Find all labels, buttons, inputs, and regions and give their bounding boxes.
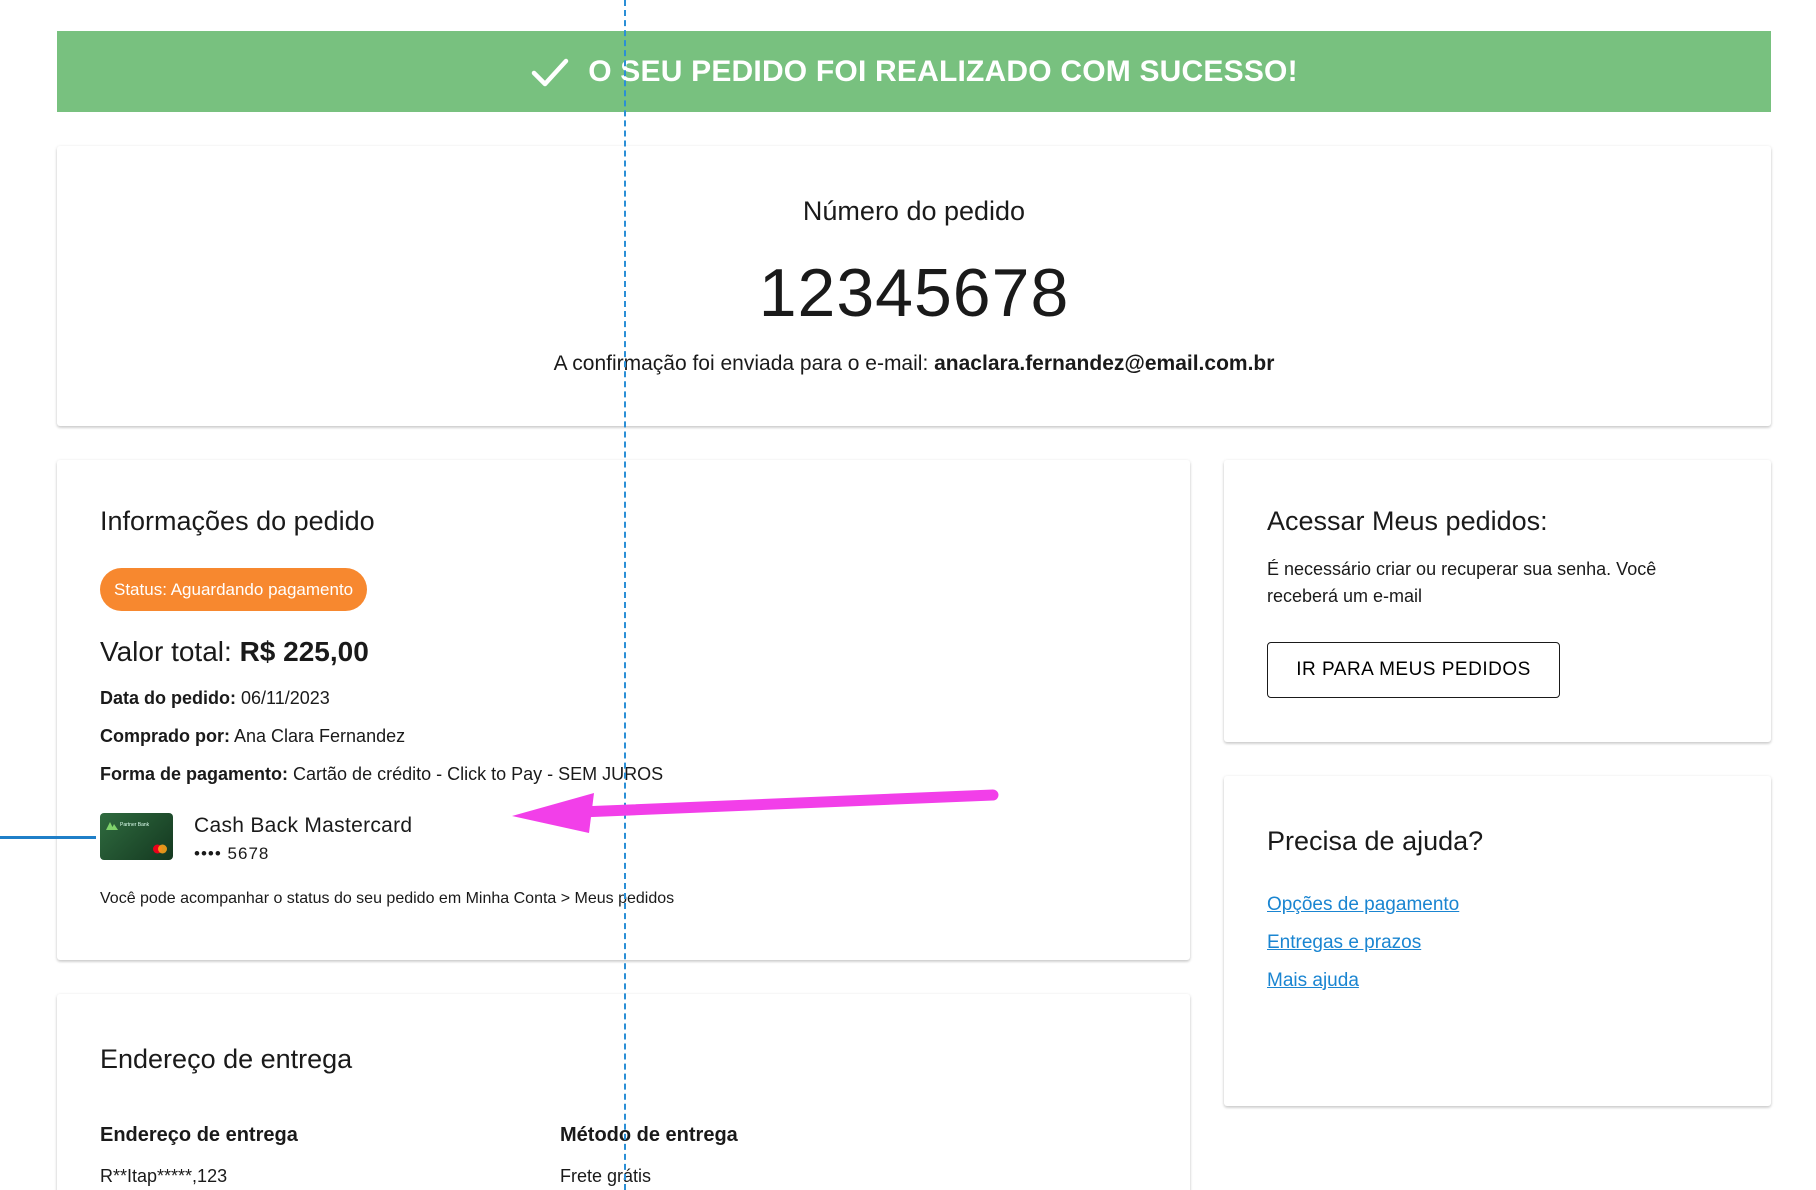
success-message: O SEU PEDIDO FOI REALIZADO COM SUCESSO! [588, 54, 1298, 88]
order-date-label: Data do pedido: [100, 688, 236, 708]
bank-name: Partner Bank [120, 822, 150, 828]
card-name: Cash Back Mastercard [194, 814, 413, 837]
total-label: Valor total: [100, 636, 240, 667]
payment-method-value: Cartão de crédito - Click to Pay - SEM J… [288, 764, 664, 784]
card-masked-digits: •••• 5678 [194, 844, 270, 863]
order-date-value: 06/11/2023 [236, 688, 330, 708]
delivery-method-value: Frete grátis [560, 1166, 652, 1186]
order-confirmation-page: O SEU PEDIDO FOI REALIZADO COM SUCESSO! … [0, 0, 1816, 1190]
success-banner: O SEU PEDIDO FOI REALIZADO COM SUCESSO! [57, 31, 1771, 112]
confirmation-prefix: A confirmação foi enviada para o e-mail: [553, 352, 935, 375]
order-number-card: Número do pedido 12345678 A confirmação … [57, 146, 1771, 426]
help-link-more-help[interactable]: Mais ajuda [1267, 970, 1359, 992]
address-heading: Endereço de entrega [100, 1124, 298, 1146]
order-date-row: Data do pedido: 06/11/2023 [100, 688, 330, 709]
access-orders-card: Acessar Meus pedidos: É necessário criar… [1224, 460, 1771, 742]
buyer-row: Comprado por: Ana Clara Fernandez [100, 726, 405, 747]
order-total: Valor total: R$ 225,00 [100, 636, 369, 668]
access-orders-description: É necessário criar ou recuperar sua senh… [1267, 559, 1657, 606]
vertical-guide-line [624, 0, 626, 1190]
credit-card-image: Partner Bank [100, 813, 173, 860]
payment-method-label: Forma de pagamento: [100, 764, 289, 784]
buyer-label: Comprado por: [100, 726, 230, 746]
left-edge-marker [0, 836, 96, 839]
bank-logo-icon [106, 822, 118, 830]
order-info-title: Informações do pedido [100, 506, 375, 536]
total-value: R$ 225,00 [239, 636, 369, 667]
check-icon [531, 58, 569, 86]
mastercard-icon [153, 844, 167, 854]
payment-method-row: Forma de pagamento: Cartão de crédito - … [100, 764, 663, 785]
help-title: Precisa de ajuda? [1267, 826, 1484, 856]
help-link-payment-options[interactable]: Opções de pagamento [1267, 894, 1459, 916]
help-link-delivery-times[interactable]: Entregas e prazos [1267, 932, 1421, 954]
address-value: R**Itap*****,123 [100, 1166, 228, 1186]
tracking-note: Você pode acompanhar o status do seu ped… [100, 890, 675, 907]
delivery-title: Endereço de entrega [100, 1044, 353, 1074]
go-to-my-orders-button[interactable]: IR PARA MEUS PEDIDOS [1267, 642, 1560, 698]
delivery-method-heading: Método de entrega [560, 1124, 738, 1146]
order-number-label: Número do pedido [802, 196, 1026, 226]
confirmation-text: A confirmação foi enviada para o e-mail:… [57, 352, 1771, 376]
confirmation-email: anaclara.fernandez@email.com.br [934, 352, 1275, 375]
help-card: Precisa de ajuda? Opções de pagamento En… [1224, 776, 1771, 1106]
order-number-value: 12345678 [758, 255, 1070, 331]
buyer-value: Ana Clara Fernandez [230, 726, 406, 746]
status-badge: Status: Aguardando pagamento [100, 568, 368, 611]
access-orders-title: Acessar Meus pedidos: [1267, 506, 1548, 536]
